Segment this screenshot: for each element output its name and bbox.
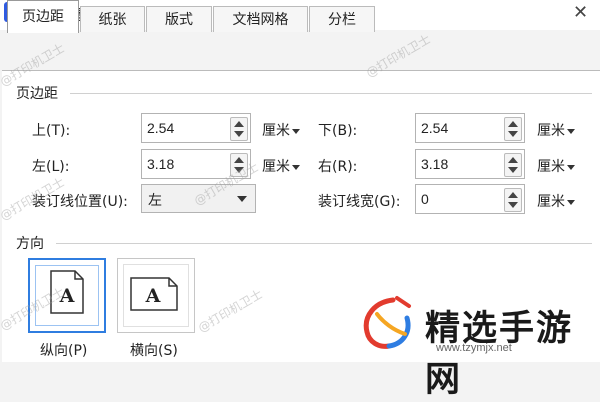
spin-down-icon[interactable] — [508, 131, 518, 137]
tab-layout[interactable]: 版式 — [146, 6, 212, 32]
unit-label: 厘米 — [537, 159, 565, 175]
top-margin-spinner[interactable]: 2.54 — [141, 113, 251, 143]
margins-section-title: 页边距 — [16, 86, 58, 102]
spinner-buttons[interactable] — [504, 117, 522, 141]
spin-up-icon[interactable] — [234, 121, 244, 127]
bottom-margin-value[interactable]: 2.54 — [421, 120, 448, 136]
tab-paper[interactable]: 纸张 — [80, 6, 145, 32]
chevron-down-icon — [567, 164, 575, 170]
brand-watermark: 精选手游网 www.tzymjx.net — [353, 290, 598, 400]
tab-margins[interactable]: 页边距 — [7, 0, 79, 33]
unit-label: 厘米 — [537, 194, 565, 210]
top-margin-label: 上(T): — [32, 123, 71, 139]
landscape-label[interactable]: 横向(S) — [130, 340, 178, 360]
left-margin-unit-dropdown[interactable]: 厘米 — [262, 156, 300, 176]
bottom-margin-unit-dropdown[interactable]: 厘米 — [537, 120, 575, 140]
orientation-section-title: 方向 — [16, 236, 44, 252]
bottom-margin-label: 下(B): — [318, 123, 358, 139]
top-margin-value[interactable]: 2.54 — [147, 120, 174, 136]
tab-columns[interactable]: 分栏 — [309, 6, 375, 32]
top-margin-unit-dropdown[interactable]: 厘米 — [262, 120, 300, 140]
gutter-width-label: 装订线宽(G): — [318, 194, 401, 210]
chevron-down-icon — [567, 128, 575, 134]
chevron-down-icon — [292, 164, 300, 170]
spin-up-icon[interactable] — [508, 192, 518, 198]
spinner-buttons[interactable] — [504, 153, 522, 177]
section-divider — [70, 93, 592, 94]
svg-text:A: A — [145, 285, 161, 307]
section-divider — [56, 243, 592, 244]
landscape-option[interactable]: A — [117, 258, 195, 333]
unit-label: 厘米 — [262, 123, 290, 139]
tab-document-grid[interactable]: 文档网格 — [213, 6, 308, 32]
spin-up-icon[interactable] — [234, 157, 244, 163]
gutter-width-unit-dropdown[interactable]: 厘米 — [537, 191, 575, 211]
spin-down-icon[interactable] — [234, 131, 244, 137]
gutter-width-value[interactable]: 0 — [421, 191, 429, 207]
spin-down-icon[interactable] — [508, 167, 518, 173]
chevron-down-icon — [292, 128, 300, 134]
spinner-buttons[interactable] — [504, 188, 522, 212]
gutter-width-spinner[interactable]: 0 — [415, 184, 525, 214]
right-margin-unit-dropdown[interactable]: 厘米 — [537, 156, 575, 176]
spin-down-icon[interactable] — [508, 202, 518, 208]
brand-logo-icon — [363, 296, 411, 349]
right-margin-spinner[interactable]: 3.18 — [415, 149, 525, 179]
left-margin-label: 左(L): — [32, 159, 70, 175]
right-margin-label: 右(R): — [318, 159, 358, 175]
chevron-down-icon — [237, 196, 247, 202]
landscape-page-icon: A — [130, 277, 178, 311]
right-margin-value[interactable]: 3.18 — [421, 156, 448, 172]
unit-label: 厘米 — [537, 123, 565, 139]
left-margin-value[interactable]: 3.18 — [147, 156, 174, 172]
chevron-down-icon — [567, 199, 575, 205]
close-icon[interactable]: ✕ — [573, 2, 588, 23]
portrait-label[interactable]: 纵向(P) — [40, 340, 87, 360]
gutter-position-value: 左 — [148, 193, 162, 209]
spinner-buttons[interactable] — [230, 117, 248, 141]
unit-label: 厘米 — [262, 159, 290, 175]
bottom-margin-spinner[interactable]: 2.54 — [415, 113, 525, 143]
spin-up-icon[interactable] — [508, 157, 518, 163]
spin-up-icon[interactable] — [508, 121, 518, 127]
brand-url: www.tzymjx.net — [436, 342, 512, 354]
